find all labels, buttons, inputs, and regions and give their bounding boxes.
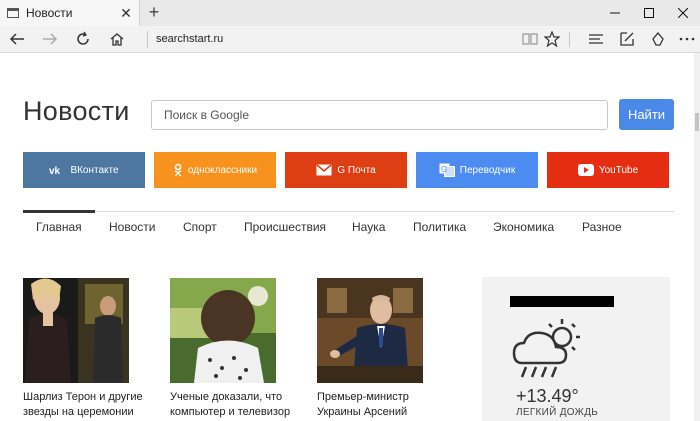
- quick-link-vkontakte[interactable]: vk ВКонтакте: [23, 152, 145, 188]
- quick-link-youtube[interactable]: YouTube: [547, 152, 669, 188]
- category-tab-science[interactable]: Наука: [352, 220, 385, 234]
- cloud-sun-rain-icon: [512, 315, 584, 388]
- category-tab-news[interactable]: Новости: [109, 220, 155, 234]
- news-caption[interactable]: Шарлиз Терон и другие звезды на церемони…: [23, 390, 150, 420]
- youtube-icon: [577, 164, 594, 176]
- quick-link-label: одноклассники: [187, 164, 258, 176]
- web-note-button[interactable]: [616, 29, 638, 49]
- tab-favicon-icon: [7, 8, 19, 18]
- scroll-thumb[interactable]: [695, 113, 699, 131]
- translate-icon: G: [439, 163, 455, 177]
- close-window-button[interactable]: [666, 0, 700, 26]
- weather-temperature: +13.49°: [516, 386, 579, 406]
- news-card[interactable]: Шарлиз Терон и другие звезды на церемони…: [23, 278, 150, 420]
- more-button[interactable]: [676, 29, 698, 49]
- toolbar-divider: [569, 32, 570, 47]
- quick-link-translate[interactable]: G Переводчик: [416, 152, 538, 188]
- reading-view-icon: [522, 33, 538, 45]
- search-input[interactable]: [151, 100, 608, 130]
- category-tab-politics[interactable]: Политика: [413, 220, 466, 234]
- quick-link-gmail[interactable]: G Почта: [285, 152, 407, 188]
- news-image[interactable]: [170, 278, 276, 383]
- quick-links-bar: vk ВКонтакте одноклассники G Почта G Пер…: [23, 152, 670, 188]
- quick-link-label: ВКонтакте: [70, 164, 119, 176]
- home-button[interactable]: [106, 29, 128, 49]
- maximize-button[interactable]: [632, 0, 666, 26]
- refresh-button[interactable]: [72, 29, 94, 49]
- forward-button[interactable]: [39, 29, 61, 49]
- quick-link-odnoklassniki[interactable]: одноклассники: [154, 152, 276, 188]
- category-tab-incidents[interactable]: Происшествия: [244, 220, 326, 234]
- category-tab-sport[interactable]: Спорт: [183, 220, 217, 234]
- svg-text:vk: vk: [49, 166, 61, 175]
- category-tab-home[interactable]: Главная: [36, 220, 82, 234]
- reading-view-button[interactable]: [519, 29, 541, 49]
- back-button[interactable]: [6, 29, 28, 49]
- quick-link-label: YouTube: [598, 164, 639, 176]
- odnoklassniki-icon: [173, 163, 183, 177]
- category-divider: [23, 211, 674, 212]
- hub-button[interactable]: [585, 29, 607, 49]
- weather-widget[interactable]: +13.49° ЛЕГКИЙ ДОЖДЬ: [482, 277, 670, 421]
- home-icon: [110, 32, 124, 46]
- gmail-icon: [316, 164, 332, 176]
- category-tab-economy[interactable]: Экономика: [493, 220, 554, 234]
- maximize-icon: [644, 8, 654, 18]
- quick-link-label: Переводчик: [459, 164, 516, 176]
- news-image[interactable]: [317, 278, 423, 383]
- browser-tab[interactable]: Новости ✕: [0, 0, 140, 26]
- refresh-icon: [77, 31, 89, 45]
- quick-link-label: G Почта: [337, 164, 376, 176]
- favorite-button[interactable]: [541, 29, 563, 49]
- window-controls: [598, 0, 700, 26]
- news-caption[interactable]: Ученые доказали, что компьютер и телевиз…: [170, 390, 297, 420]
- news-card[interactable]: Премьер-министр Украины Арсений Яценюк: [317, 278, 444, 421]
- news-card[interactable]: Ученые доказали, что компьютер и телевиз…: [170, 278, 297, 420]
- new-tab-button[interactable]: +: [144, 2, 164, 22]
- minimize-icon: [610, 12, 620, 14]
- forward-arrow-icon: [43, 33, 58, 45]
- tab-title: Новости: [26, 6, 73, 20]
- weather-location-redacted: [510, 296, 614, 307]
- vk-icon: vk: [49, 165, 65, 175]
- minimize-button[interactable]: [598, 0, 632, 26]
- category-tab-misc[interactable]: Разное: [582, 220, 622, 234]
- web-note-icon: [620, 32, 634, 46]
- hub-icon: [589, 34, 603, 44]
- address-bar: searchstart.ru: [0, 26, 700, 53]
- more-dots-icon: [679, 37, 695, 41]
- star-icon: [544, 31, 560, 47]
- news-caption[interactable]: Премьер-министр Украины Арсений Яценюк: [317, 390, 444, 421]
- svg-text:G: G: [441, 165, 447, 174]
- share-icon: [652, 31, 664, 46]
- back-arrow-icon: [9, 33, 24, 45]
- scrollbar[interactable]: [694, 53, 700, 421]
- page-title: Новости: [23, 96, 130, 126]
- weather-condition: ЛЕГКИЙ ДОЖДЬ: [516, 407, 599, 418]
- close-icon: [678, 8, 688, 18]
- tab-close-icon[interactable]: ✕: [117, 5, 135, 22]
- search-button[interactable]: Найти: [619, 99, 674, 130]
- url-field[interactable]: searchstart.ru: [147, 31, 517, 48]
- active-category-indicator: [23, 210, 95, 213]
- title-bar: Новости ✕ +: [0, 0, 700, 26]
- share-button[interactable]: [647, 29, 669, 49]
- news-image[interactable]: [23, 278, 129, 383]
